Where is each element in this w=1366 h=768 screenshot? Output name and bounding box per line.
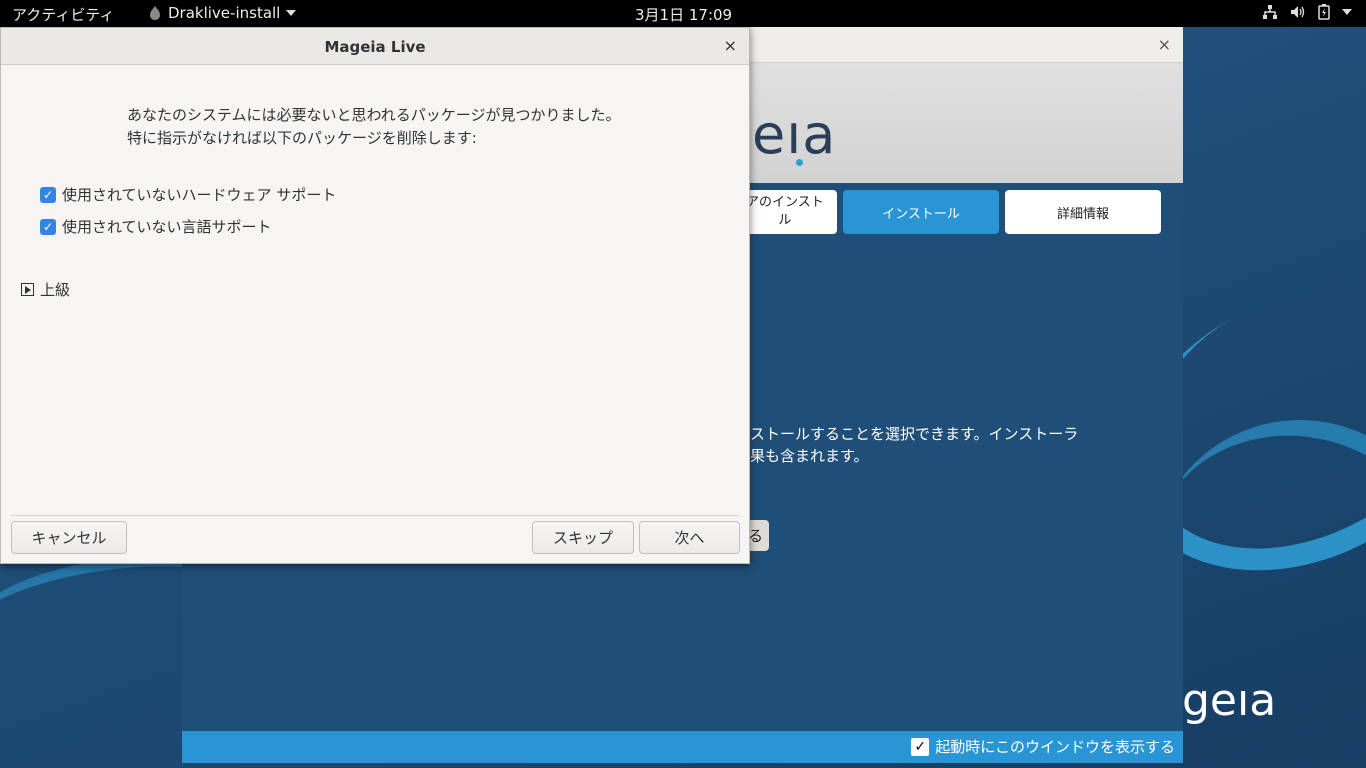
dialog-title: Mageia Live [324, 38, 426, 56]
install-button[interactable]: インストール [843, 190, 999, 234]
logo-dot [796, 159, 803, 166]
install-software-button[interactable]: アのインスト ル [742, 190, 837, 234]
mageia-live-dialog: Mageia Live × あなたのシステムには必要ないと思われるパッケージが見… [0, 27, 750, 564]
startup-checkbox[interactable]: ✓ [911, 737, 930, 756]
close-icon[interactable]: × [724, 36, 737, 55]
mageia-bottom-logo: geıa [1182, 675, 1277, 726]
expander-arrow-icon [21, 283, 34, 296]
next-button[interactable]: 次へ [639, 521, 740, 554]
skip-button[interactable]: スキップ [532, 521, 634, 554]
power-menu-icon [1342, 8, 1352, 15]
network-icon [1263, 4, 1277, 19]
cancel-button[interactable]: キャンセル [11, 521, 127, 554]
option-unused-languages[interactable]: ✓ 使用されていない言語サポート [40, 216, 272, 237]
close-icon[interactable]: × [1158, 35, 1171, 54]
system-tray[interactable] [1262, 3, 1352, 20]
battery-icon [1318, 4, 1330, 20]
startup-checkbox-label: 起動時にこのウインドウを表示する [935, 738, 1175, 756]
volume-icon [1291, 5, 1305, 18]
app-menu[interactable]: Draklive-install [148, 4, 297, 22]
divider [11, 515, 739, 516]
app-icon [150, 6, 160, 20]
dialog-titlebar: Mageia Live × [1, 28, 749, 65]
checkbox-checked[interactable]: ✓ [40, 186, 56, 203]
top-panel: アクティビティ Draklive-install 3月1日 17:09 [0, 0, 1366, 27]
show-at-startup[interactable]: ✓ 起動時にこのウインドウを表示する [911, 736, 1175, 757]
option-label: 使用されていない言語サポート [62, 218, 272, 236]
message-line: あなたのシステムには必要ないと思われるパッケージが見つかりました。 [127, 106, 621, 124]
message-line: 特に指示がなければ以下のパッケージを削除します: [127, 129, 477, 147]
clock[interactable]: 3月1日 17:09 [635, 4, 732, 25]
chevron-down-icon [286, 10, 297, 16]
details-button[interactable]: 詳細情報 [1005, 190, 1161, 234]
mageia-logo: eıa [752, 103, 837, 166]
option-label: 使用されていないハードウェア サポート [62, 186, 337, 204]
option-unused-hardware[interactable]: ✓ 使用されていないハードウェア サポート [40, 184, 336, 205]
welcome-description: ストールすることを選択できます。インストーラ 果も含まれます。 [750, 425, 1079, 465]
checkbox-checked[interactable]: ✓ [40, 218, 56, 235]
advanced-expander[interactable]: 上級 [21, 279, 70, 300]
advanced-label: 上級 [40, 281, 71, 299]
app-menu-label: Draklive-install [168, 4, 281, 22]
welcome-bottom-bar: ✓ 起動時にこのウインドウを表示する [182, 731, 1183, 763]
activities-button[interactable]: アクティビティ [12, 4, 114, 25]
dialog-message: あなたのシステムには必要ないと思われるパッケージが見つかりました。 特に指示がな… [127, 104, 621, 150]
